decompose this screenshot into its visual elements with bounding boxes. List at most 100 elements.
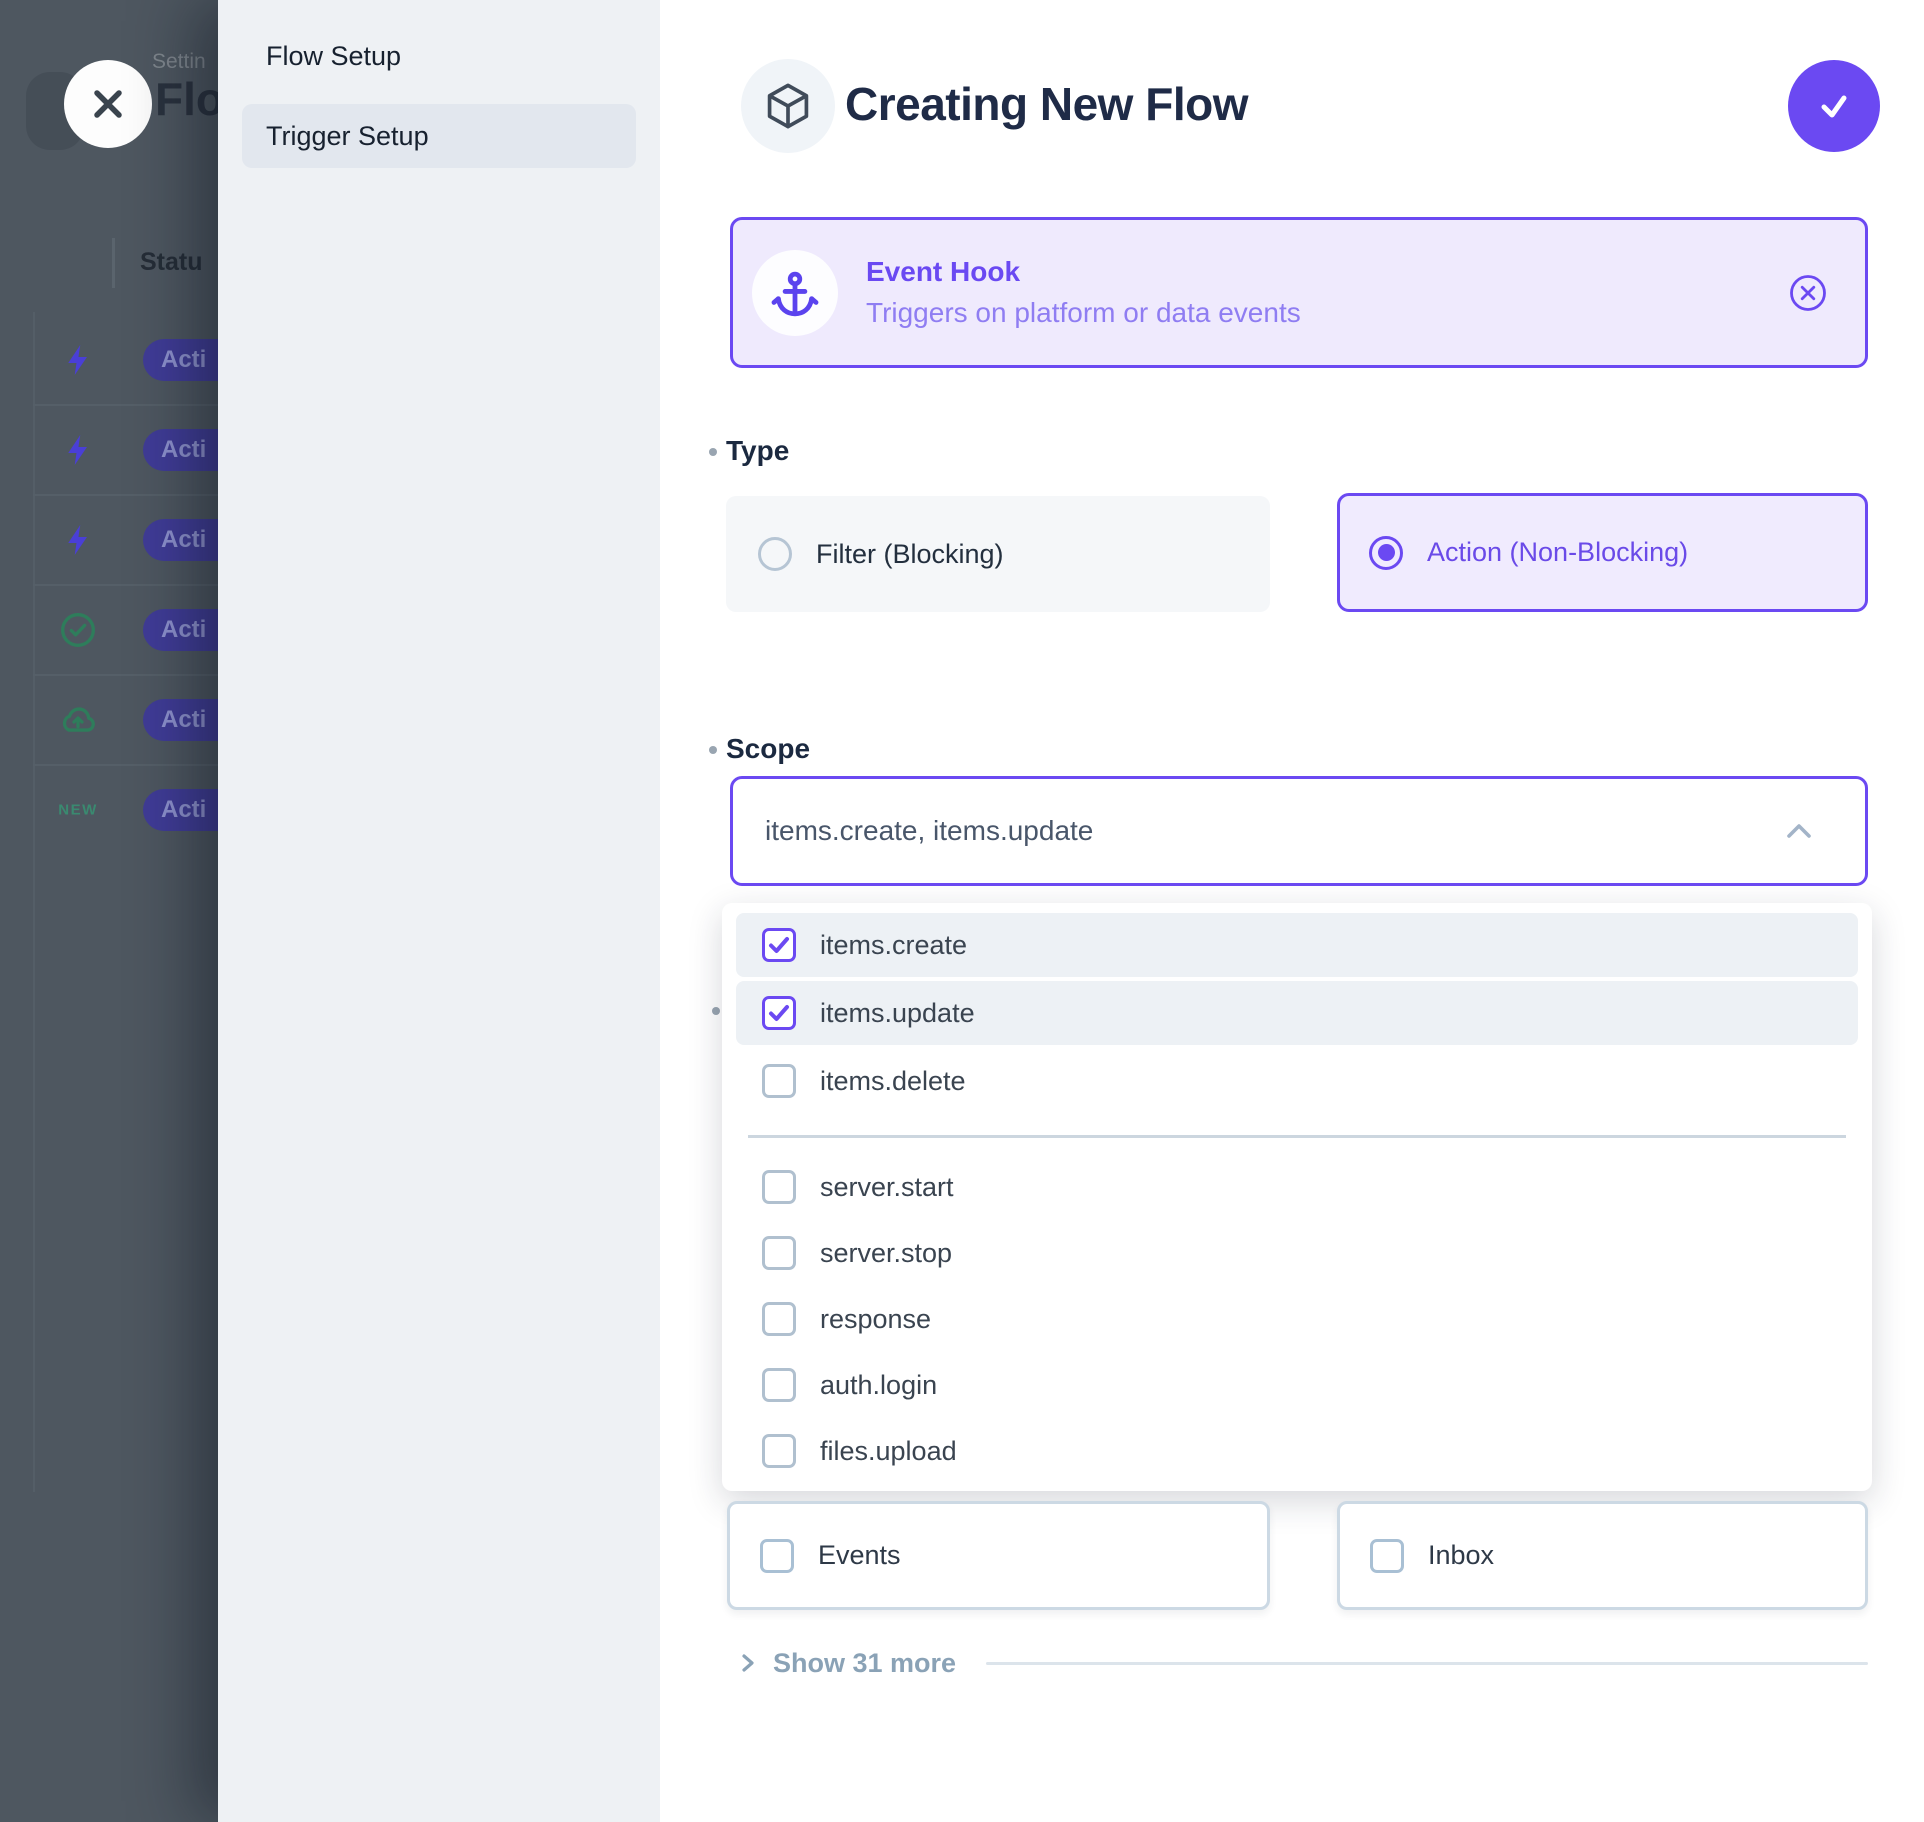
- bolt-icon: [56, 342, 100, 378]
- cloud-upload-icon: [56, 698, 100, 742]
- flow-avatar: [741, 59, 835, 153]
- type-option-action[interactable]: Action (Non-Blocking): [1337, 493, 1868, 612]
- type-section-label: Type: [726, 435, 789, 467]
- status-badge: Acti: [143, 699, 218, 741]
- scope-option-items-update[interactable]: items.update: [736, 981, 1858, 1045]
- close-icon: [86, 82, 130, 126]
- collection-option-label: Events: [818, 1540, 901, 1571]
- scope-option-server-start[interactable]: server.start: [736, 1154, 1858, 1220]
- scope-section-label: Scope: [726, 733, 810, 765]
- check-circle-icon: [56, 610, 100, 650]
- table-row: Acti: [0, 609, 218, 651]
- new-label: NEW: [56, 802, 100, 819]
- scope-option-files-upload[interactable]: files.upload: [736, 1418, 1858, 1484]
- scope-option-label: server.stop: [820, 1238, 952, 1269]
- scope-option-response[interactable]: response: [736, 1286, 1858, 1352]
- checkbox-unchecked-icon[interactable]: [762, 1064, 796, 1098]
- scope-option-label: items.update: [820, 998, 975, 1029]
- drawer-sidebar: Flow Setup Trigger Setup: [218, 0, 660, 1822]
- trigger-subtitle: Triggers on platform or data events: [866, 297, 1301, 329]
- drawer-title: Creating New Flow: [845, 77, 1248, 131]
- scope-option-auth-login[interactable]: auth.login: [736, 1352, 1858, 1418]
- table-row-divider: [33, 404, 218, 406]
- flow-drawer: Flow Setup Trigger Setup Creating New Fl…: [218, 0, 1924, 1822]
- check-icon: [1810, 82, 1858, 130]
- scope-option-label: items.delete: [820, 1066, 966, 1097]
- show-more-divider: [986, 1662, 1868, 1665]
- trigger-icon-circle: [752, 250, 838, 336]
- checkbox-checked-icon[interactable]: [762, 996, 796, 1030]
- required-dot: [709, 746, 717, 754]
- anchor-icon: [770, 268, 820, 318]
- flow-creation-screen: Settin Flo Statu Acti Acti: [0, 0, 1924, 1822]
- sidebar-item-flow-setup[interactable]: Flow Setup: [242, 24, 636, 88]
- status-badge: Acti: [143, 429, 218, 471]
- scope-option-server-stop[interactable]: server.stop: [736, 1220, 1858, 1286]
- collection-option-label: Inbox: [1428, 1540, 1494, 1571]
- scope-select-input[interactable]: items.create, items.update: [730, 776, 1868, 886]
- radio-selected-icon[interactable]: [1369, 536, 1403, 570]
- type-option-filter[interactable]: Filter (Blocking): [726, 496, 1270, 612]
- scope-dropdown-menu: items.create items.update items.delete s…: [722, 903, 1872, 1491]
- cancel-circle-icon: [1788, 273, 1828, 313]
- checkbox-unchecked-icon[interactable]: [762, 1302, 796, 1336]
- scope-option-items-delete[interactable]: items.delete: [736, 1049, 1858, 1113]
- table-row-divider: [33, 494, 218, 496]
- radio-unselected-icon[interactable]: [758, 537, 792, 571]
- status-badge: Acti: [143, 609, 218, 651]
- scope-option-items-create[interactable]: items.create: [736, 913, 1858, 977]
- dimmed-backdrop: Settin Flo Statu Acti Acti: [0, 0, 218, 1822]
- table-edge-divider: [33, 312, 35, 1492]
- sidebar-item-label: Flow Setup: [266, 41, 401, 72]
- required-dot: [712, 1007, 720, 1015]
- scope-selected-values: items.create, items.update: [765, 815, 1093, 847]
- table-column-divider: [112, 238, 115, 288]
- page-title: Flo: [155, 72, 218, 126]
- checkbox-unchecked-icon[interactable]: [762, 1170, 796, 1204]
- status-column-header: Statu: [140, 248, 203, 277]
- scope-option-label: server.start: [820, 1172, 954, 1203]
- status-badge: Acti: [143, 519, 218, 561]
- table-row-divider: [33, 764, 218, 766]
- sidebar-item-trigger-setup[interactable]: Trigger Setup: [242, 104, 636, 168]
- table-row: Acti: [0, 429, 218, 471]
- required-dot: [709, 448, 717, 456]
- sidebar-item-label: Trigger Setup: [266, 121, 429, 152]
- scope-option-label: items.create: [820, 930, 967, 961]
- checkbox-checked-icon[interactable]: [762, 928, 796, 962]
- chevron-right-icon: [737, 1651, 759, 1675]
- table-row: NEW Acti: [0, 789, 218, 831]
- box-icon: [762, 80, 814, 132]
- status-badge: Acti: [143, 339, 218, 381]
- bolt-icon: [56, 522, 100, 558]
- type-option-label: Action (Non-Blocking): [1427, 537, 1688, 568]
- table-row-divider: [33, 674, 218, 676]
- dropdown-divider: [748, 1135, 1846, 1138]
- checkbox-unchecked-icon[interactable]: [760, 1539, 794, 1573]
- drawer-main: Creating New Flow Event Hook Triggers on…: [660, 0, 1924, 1822]
- collection-option-inbox[interactable]: Inbox: [1337, 1501, 1868, 1610]
- show-more-toggle[interactable]: Show 31 more: [737, 1645, 1868, 1681]
- remove-trigger-button[interactable]: [1788, 273, 1828, 313]
- save-button[interactable]: [1788, 60, 1880, 152]
- bolt-icon: [56, 432, 100, 468]
- checkbox-unchecked-icon[interactable]: [762, 1368, 796, 1402]
- table-row: Acti: [0, 519, 218, 561]
- close-drawer-button[interactable]: [64, 60, 152, 148]
- show-more-label: Show 31 more: [773, 1648, 956, 1679]
- checkbox-unchecked-icon[interactable]: [1370, 1539, 1404, 1573]
- trigger-title: Event Hook: [866, 256, 1301, 288]
- checkbox-unchecked-icon[interactable]: [762, 1434, 796, 1468]
- collection-option-events[interactable]: Events: [727, 1501, 1270, 1610]
- trigger-type-card[interactable]: Event Hook Triggers on platform or data …: [730, 217, 1868, 368]
- status-badge: Acti: [143, 789, 218, 831]
- chevron-up-icon[interactable]: [1785, 821, 1813, 841]
- table-row: Acti: [0, 339, 218, 381]
- breadcrumb: Settin: [152, 50, 206, 74]
- scope-option-label: auth.login: [820, 1370, 937, 1401]
- scope-option-label: response: [820, 1304, 931, 1335]
- scope-option-label: files.upload: [820, 1436, 957, 1467]
- table-row: Acti: [0, 699, 218, 741]
- table-row-divider: [33, 584, 218, 586]
- checkbox-unchecked-icon[interactable]: [762, 1236, 796, 1270]
